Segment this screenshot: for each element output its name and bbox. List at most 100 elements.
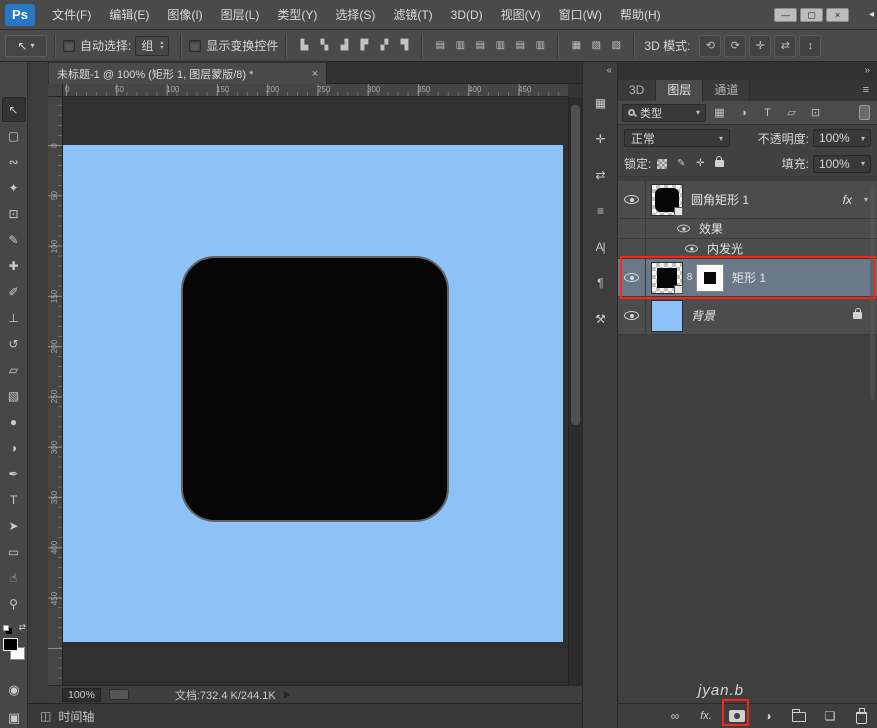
pen-tool[interactable]: ✒: [2, 461, 26, 486]
distribute-left-icon[interactable]: ▥: [490, 36, 510, 56]
type-tool[interactable]: T: [2, 487, 26, 512]
layer-thumbnail[interactable]: [651, 262, 683, 294]
align-right-edges-icon[interactable]: ▟: [334, 36, 354, 56]
menu-filter[interactable]: 滤镜(T): [384, 0, 441, 30]
layer-row-background[interactable]: 背景: [618, 297, 877, 335]
distribute-horizontal-centers-icon[interactable]: ▤: [510, 36, 530, 56]
menu-help[interactable]: 帮助(H): [611, 0, 670, 30]
swap-colors-icon[interactable]: ⇄: [18, 622, 26, 633]
clone-stamp-tool[interactable]: ⊥: [2, 305, 26, 330]
gradient-tool[interactable]: ▧: [2, 383, 26, 408]
layer-name[interactable]: 背景: [691, 307, 715, 324]
visibility-eye-icon[interactable]: [624, 273, 639, 282]
3d-slide-icon[interactable]: ⇄: [774, 35, 796, 57]
lock-transparent-pixels-button[interactable]: [654, 156, 670, 172]
align-left-edges-icon[interactable]: ▙: [294, 36, 314, 56]
shape-tool[interactable]: ▭: [2, 539, 26, 564]
3d-rotate-icon[interactable]: ⟲: [699, 35, 721, 57]
paragraph-panel-icon[interactable]: ¶: [588, 272, 612, 294]
dodge-tool[interactable]: ◑: [2, 435, 26, 460]
layer-row-rounded-rect[interactable]: 圆角矩形 1 fx ▾: [618, 181, 877, 219]
new-group-button[interactable]: [788, 706, 810, 726]
3d-drag-icon[interactable]: ✛: [749, 35, 771, 57]
opacity-dropdown[interactable]: 100% ▾: [813, 129, 871, 147]
menu-type[interactable]: 类型(Y): [268, 0, 326, 30]
collapse-effects-icon[interactable]: ▾: [864, 195, 868, 204]
collapse-panels-icon[interactable]: »: [618, 62, 877, 80]
healing-brush-tool[interactable]: ✚: [2, 253, 26, 278]
layer-row-rect[interactable]: 8 矩形 1: [618, 259, 877, 297]
close-button[interactable]: ×: [826, 8, 849, 22]
add-layer-style-button[interactable]: fx.: [695, 706, 717, 726]
auto-align-option-icon[interactable]: ▧: [586, 36, 606, 56]
filter-shape-layers-icon[interactable]: ▱: [781, 104, 802, 122]
blur-tool[interactable]: ●: [2, 409, 26, 434]
tab-3d[interactable]: 3D: [618, 80, 656, 101]
move-tool[interactable]: ↖: [2, 97, 26, 122]
filter-on-off-toggle[interactable]: [859, 105, 870, 120]
fill-dropdown[interactable]: 100% ▾: [813, 155, 871, 173]
quick-mask-button[interactable]: ◉: [0, 682, 28, 698]
screen-mode-button[interactable]: ▣: [0, 710, 28, 726]
panel-menu-icon[interactable]: ≡: [855, 80, 877, 101]
auto-select-checkbox[interactable]: [63, 40, 75, 52]
history-brush-tool[interactable]: ↺: [2, 331, 26, 356]
show-transform-checkbox[interactable]: [189, 40, 201, 52]
inner-glow-eye-icon[interactable]: [685, 245, 698, 253]
align-vertical-centers-icon[interactable]: ▞: [374, 36, 394, 56]
horizontal-ruler[interactable]: 0 50 100 150 200 250 300 350 400 450: [63, 84, 568, 97]
add-adjustment-layer-button[interactable]: ◑: [757, 706, 779, 726]
3d-roll-icon[interactable]: ⟳: [724, 35, 746, 57]
tab-layers[interactable]: 图层: [656, 80, 703, 101]
eyedropper-tool[interactable]: ✎: [2, 227, 26, 252]
layer-name[interactable]: 圆角矩形 1: [691, 191, 749, 208]
eraser-tool[interactable]: ▱: [2, 357, 26, 382]
menu-3d[interactable]: 3D(D): [442, 0, 492, 30]
visibility-eye-icon[interactable]: [624, 311, 639, 320]
menu-select[interactable]: 选择(S): [326, 0, 384, 30]
tool-presets-panel-icon[interactable]: ⚒: [588, 308, 612, 330]
canvas[interactable]: [63, 145, 563, 642]
status-options-icon[interactable]: [109, 689, 129, 700]
lasso-tool[interactable]: ∾: [2, 149, 26, 174]
tab-channels[interactable]: 通道: [703, 80, 750, 101]
lock-all-button[interactable]: [711, 156, 727, 172]
histogram-panel-icon[interactable]: ▦: [588, 92, 612, 114]
brush-tool[interactable]: ✐: [2, 279, 26, 304]
layer-mask-thumbnail[interactable]: [696, 264, 724, 292]
menubar-overflow-arrow-icon[interactable]: ◂: [869, 9, 874, 20]
menu-layer[interactable]: 图层(L): [212, 0, 269, 30]
3d-scale-icon[interactable]: ↕: [799, 35, 821, 57]
auto-align-layers-icon[interactable]: ▦: [566, 36, 586, 56]
tab-close-icon[interactable]: ×: [312, 68, 318, 80]
filter-pixel-layers-icon[interactable]: ▦: [709, 104, 730, 122]
auto-select-dropdown[interactable]: 组 ▴▾: [135, 36, 169, 56]
character-panel-icon[interactable]: A|: [588, 236, 612, 258]
hand-tool[interactable]: ☝: [2, 565, 26, 590]
blend-mode-dropdown[interactable]: 正常 ▾: [624, 129, 730, 147]
distribute-top-icon[interactable]: ▤: [430, 36, 450, 56]
scrollbar-thumb[interactable]: [571, 105, 580, 425]
menu-window[interactable]: 窗口(W): [550, 0, 611, 30]
default-colors-icon[interactable]: [3, 625, 9, 631]
zoom-tool[interactable]: ⚲: [2, 591, 26, 616]
align-top-edges-icon[interactable]: ▛: [354, 36, 374, 56]
crop-tool[interactable]: ⊡: [2, 201, 26, 226]
mask-link-icon[interactable]: 8: [685, 272, 694, 283]
menu-file[interactable]: 文件(F): [43, 0, 100, 30]
effects-row[interactable]: 效果: [618, 219, 877, 239]
fx-badge[interactable]: fx: [843, 193, 852, 207]
document-vertical-scrollbar[interactable]: [568, 97, 582, 685]
properties-panel-icon[interactable]: ✛: [588, 128, 612, 150]
lock-position-button[interactable]: ✛: [692, 156, 708, 172]
auto-align-option2-icon[interactable]: ▨: [606, 36, 626, 56]
delete-layer-button[interactable]: [850, 706, 872, 726]
filter-type-layers-icon[interactable]: T: [757, 104, 778, 122]
menu-edit[interactable]: 编辑(E): [100, 0, 158, 30]
minimize-button[interactable]: —: [774, 8, 797, 22]
quick-selection-tool[interactable]: ✦: [2, 175, 26, 200]
add-layer-mask-button[interactable]: [726, 706, 748, 726]
clone-source-panel-icon[interactable]: ⇄: [588, 164, 612, 186]
align-bottom-edges-icon[interactable]: ▜: [394, 36, 414, 56]
new-layer-button[interactable]: ❏: [819, 706, 841, 726]
